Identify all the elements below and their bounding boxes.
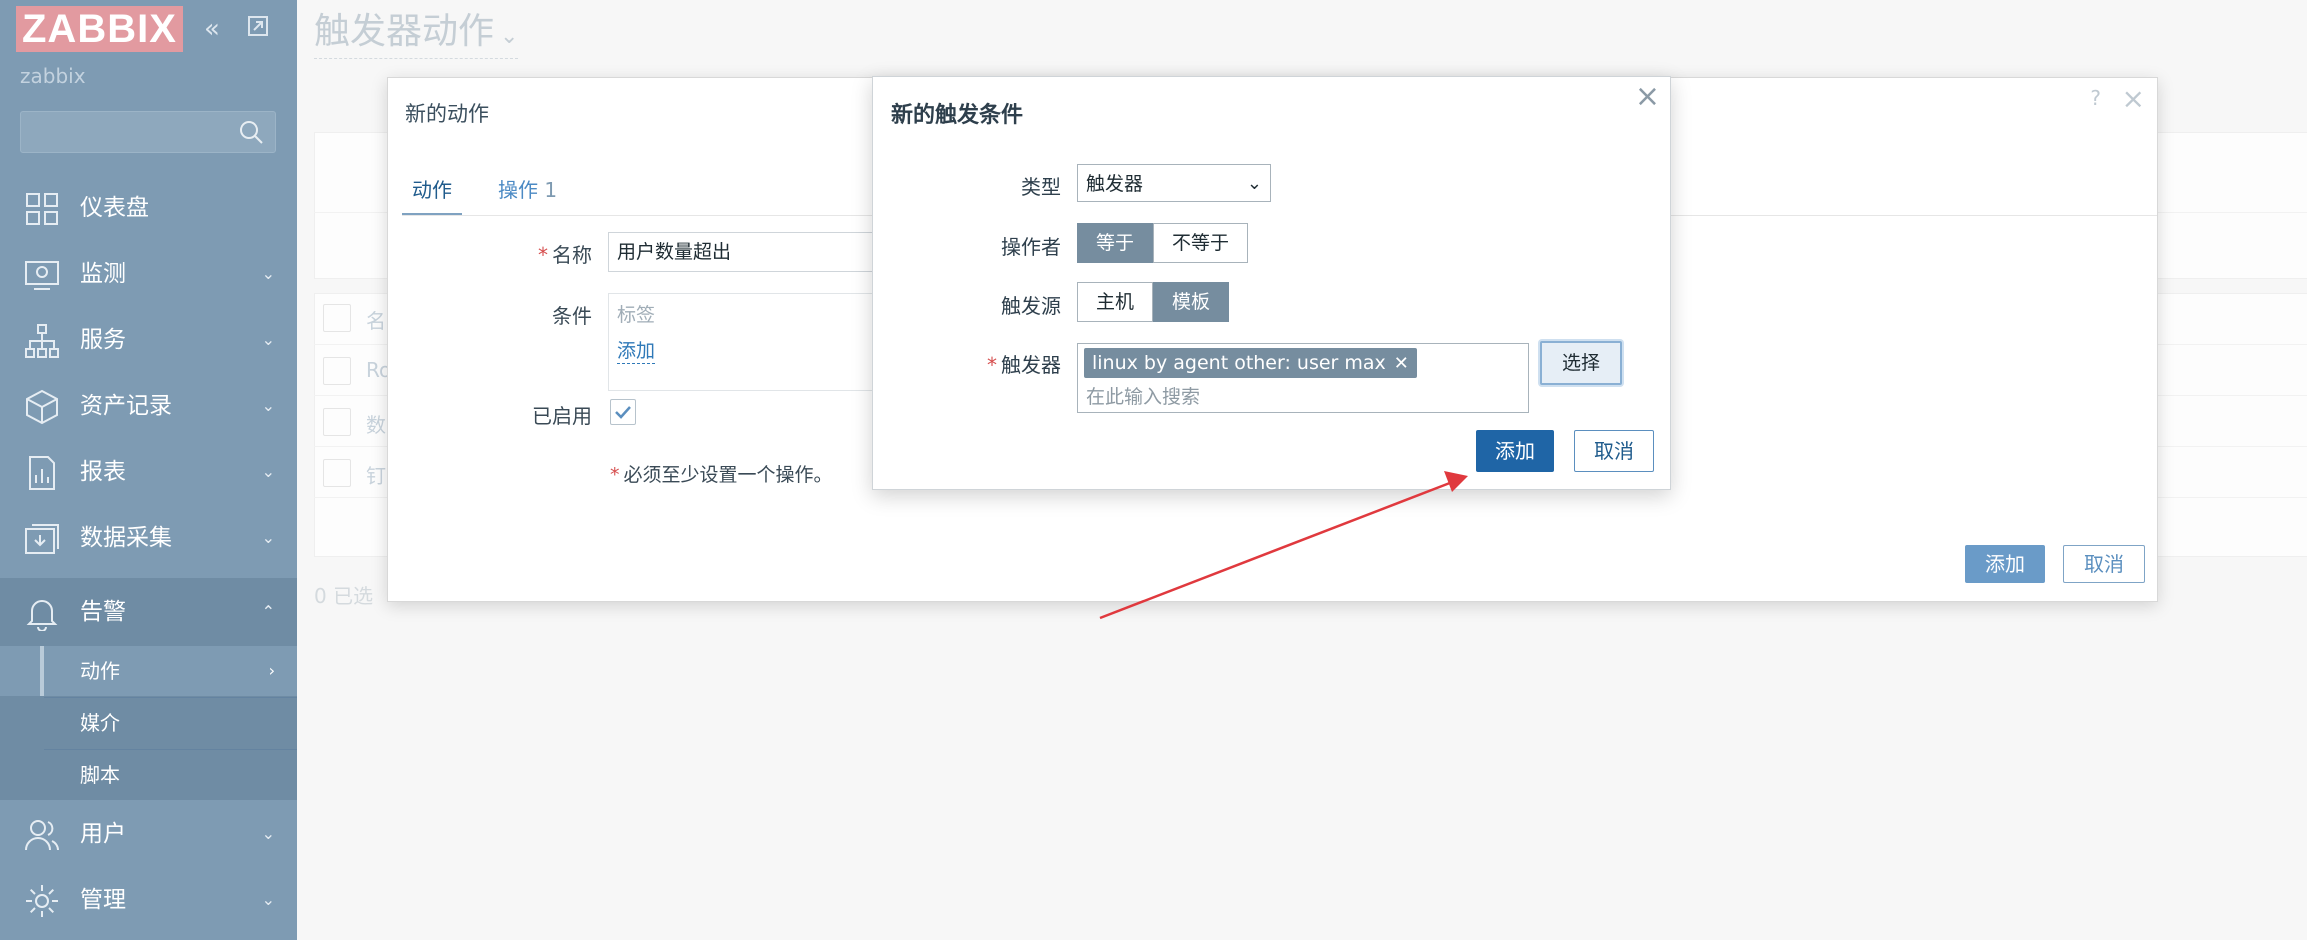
search-icon[interactable]: [237, 118, 265, 146]
submenu-item-scripts[interactable]: 脚本: [0, 750, 297, 800]
add-condition-button[interactable]: 添加: [1476, 430, 1554, 472]
collapse-sidebar-icon[interactable]: «: [204, 14, 220, 44]
select-trigger-button[interactable]: 选择: [1540, 341, 1622, 385]
nav-data-collection[interactable]: 数据采集 ⌄: [0, 504, 297, 572]
nav-label: 管理: [80, 887, 126, 913]
data-collection-icon: [25, 524, 59, 554]
submenu-label: 媒介: [80, 711, 120, 735]
nav-inventory[interactable]: 资产记录 ⌄: [0, 372, 297, 440]
nav-administration[interactable]: 管理 ⌄: [0, 866, 297, 934]
reports-icon: [29, 456, 55, 490]
name-label: * 名称: [538, 243, 592, 267]
tab-label: 操作: [498, 178, 538, 202]
enabled-checkbox[interactable]: [610, 399, 636, 425]
nav-label: 用户: [80, 821, 126, 847]
dialog-title: 新的触发条件: [891, 103, 1024, 128]
chevron-down-icon: ⌄: [1246, 173, 1262, 194]
submenu-item-media[interactable]: 媒介: [0, 698, 297, 748]
operator-toggle: 等于 不等于: [1077, 223, 1249, 263]
close-icon[interactable]: ×: [2122, 82, 2145, 115]
services-icon: [25, 324, 59, 358]
chevron-down-icon: ⌄: [261, 264, 275, 283]
chevron-up-icon: ⌃: [261, 602, 275, 621]
inventory-icon: [26, 389, 58, 425]
type-label: 类型: [1021, 175, 1061, 199]
tab-count: 1: [544, 178, 558, 202]
close-icon[interactable]: ×: [1635, 79, 1660, 114]
cancel-condition-button[interactable]: 取消: [1574, 430, 1654, 472]
chevron-down-icon: ⌄: [261, 890, 275, 909]
submenu-label: 脚本: [80, 763, 120, 787]
gear-icon: [26, 885, 58, 917]
sidebar: ZABBIX « zabbix 仪表盘 监测 ⌄ 服务 ⌄ 资产记录 ⌄ 报表 …: [0, 0, 297, 940]
alerts-submenu: 动作 › 媒介 脚本: [0, 646, 297, 800]
tab-action[interactable]: 动作: [402, 174, 462, 216]
source-template-option[interactable]: 模板: [1153, 282, 1230, 322]
nav-reports[interactable]: 报表 ⌄: [0, 438, 297, 506]
dialog-title: 新的动作: [405, 102, 489, 126]
operator-label: 操作者: [1001, 235, 1061, 259]
zabbix-logo[interactable]: ZABBIX: [16, 6, 183, 52]
trigger-label: * 触发器: [987, 353, 1061, 377]
nav-label: 监测: [80, 261, 126, 287]
chevron-down-icon: ⌄: [261, 824, 275, 843]
nav-label: 报表: [80, 459, 126, 485]
type-select[interactable]: 触发器 ⌄: [1077, 164, 1271, 202]
conditions-header-label: 标签: [617, 304, 656, 326]
nav-alerts[interactable]: 告警 ⌃: [0, 578, 297, 646]
nav-monitoring[interactable]: 监测 ⌄: [0, 240, 297, 308]
cancel-action-button[interactable]: 取消: [2063, 545, 2145, 583]
required-note: * 必须至少设置一个操作。: [610, 464, 833, 486]
monitoring-icon: [25, 261, 59, 290]
remove-tag-icon[interactable]: ✕: [1394, 353, 1409, 374]
nav-label: 资产记录: [80, 393, 172, 419]
users-icon: [25, 820, 59, 851]
check-icon: [615, 406, 631, 419]
server-name: zabbix: [20, 64, 86, 88]
search-input[interactable]: [20, 111, 276, 153]
trigger-search-input[interactable]: 在此输入搜索: [1086, 382, 1200, 409]
nav-label: 仪表盘: [80, 195, 149, 221]
chevron-right-icon: ›: [268, 661, 275, 680]
enabled-label: 已启用: [532, 404, 592, 428]
chevron-down-icon: ⌄: [261, 528, 275, 547]
chevron-down-icon: ⌄: [261, 396, 275, 415]
kiosk-mode-icon[interactable]: [246, 14, 270, 45]
nav-dashboard[interactable]: 仪表盘: [0, 174, 297, 242]
type-select-value: 触发器: [1086, 173, 1144, 195]
trigger-multiselect[interactable]: linux by agent other: user max ✕ 在此输入搜索: [1077, 343, 1529, 413]
source-label: 触发源: [1001, 294, 1061, 318]
submenu-item-actions[interactable]: 动作 ›: [0, 646, 297, 696]
tab-operations[interactable]: 操作 1: [498, 174, 557, 203]
submenu-label: 动作: [80, 659, 120, 683]
nav-users[interactable]: 用户 ⌄: [0, 800, 297, 868]
selected-trigger-tag: linux by agent other: user max ✕: [1084, 348, 1417, 378]
source-toggle: 主机 模板: [1077, 282, 1230, 322]
chevron-down-icon: ⌄: [261, 462, 275, 481]
tag-label: linux by agent other: user max: [1092, 352, 1386, 374]
dashboard-icon: [26, 193, 58, 225]
conditions-label: 条件: [552, 304, 592, 328]
add-condition-link[interactable]: 添加: [617, 336, 656, 364]
nav-label: 告警: [80, 599, 126, 625]
chevron-down-icon: ⌄: [261, 330, 275, 349]
source-host-option[interactable]: 主机: [1077, 282, 1154, 322]
nav-label: 服务: [80, 327, 126, 353]
new-condition-dialog: 新的触发条件 × 类型 触发器 ⌄ 操作者 等于 不等于 触发源 主机 模板 *…: [872, 76, 1671, 490]
help-icon[interactable]: ?: [2090, 86, 2101, 110]
operator-not-equals-option[interactable]: 不等于: [1153, 223, 1249, 263]
operator-equals-option[interactable]: 等于: [1077, 223, 1154, 263]
add-action-button[interactable]: 添加: [1965, 545, 2045, 583]
bell-icon: [26, 600, 58, 631]
nav-label: 数据采集: [80, 525, 172, 551]
nav-services[interactable]: 服务 ⌄: [0, 306, 297, 374]
